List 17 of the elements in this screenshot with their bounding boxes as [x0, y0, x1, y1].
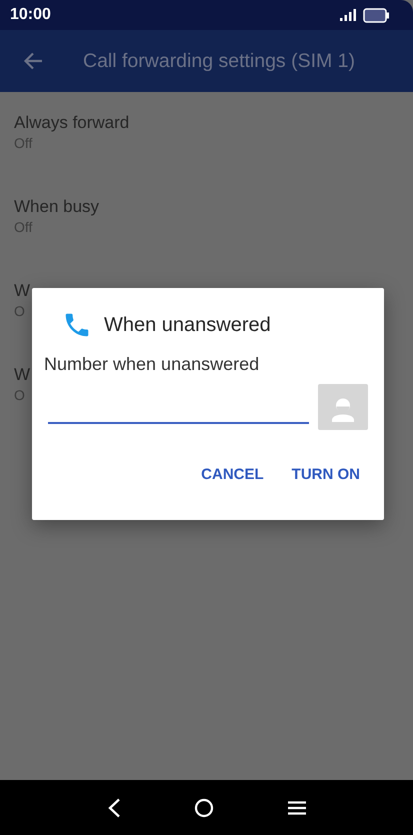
- dialog-button[interactable]: TURN ON: [284, 462, 368, 487]
- home-icon[interactable]: [194, 798, 214, 818]
- dialog-title: When unanswered: [104, 314, 271, 336]
- back-arrow-icon[interactable]: [23, 52, 43, 70]
- dialog-button[interactable]: CANCEL: [193, 462, 272, 487]
- setting-title[interactable]: When busy: [14, 196, 100, 218]
- signal-icon: [340, 9, 357, 21]
- setting-title[interactable]: W: [14, 280, 30, 302]
- setting-title[interactable]: Always forward: [14, 112, 130, 134]
- clock-time: 10:00: [10, 6, 51, 24]
- battery-icon: [363, 8, 390, 22]
- person-icon: [332, 398, 354, 422]
- screen-title: Call forwarding settings (SIM 1): [83, 50, 356, 72]
- menu-icon[interactable]: [288, 800, 306, 814]
- setting-title[interactable]: W: [14, 364, 30, 386]
- field-label: Number when unanswered: [44, 354, 260, 375]
- back-icon[interactable]: [106, 798, 121, 818]
